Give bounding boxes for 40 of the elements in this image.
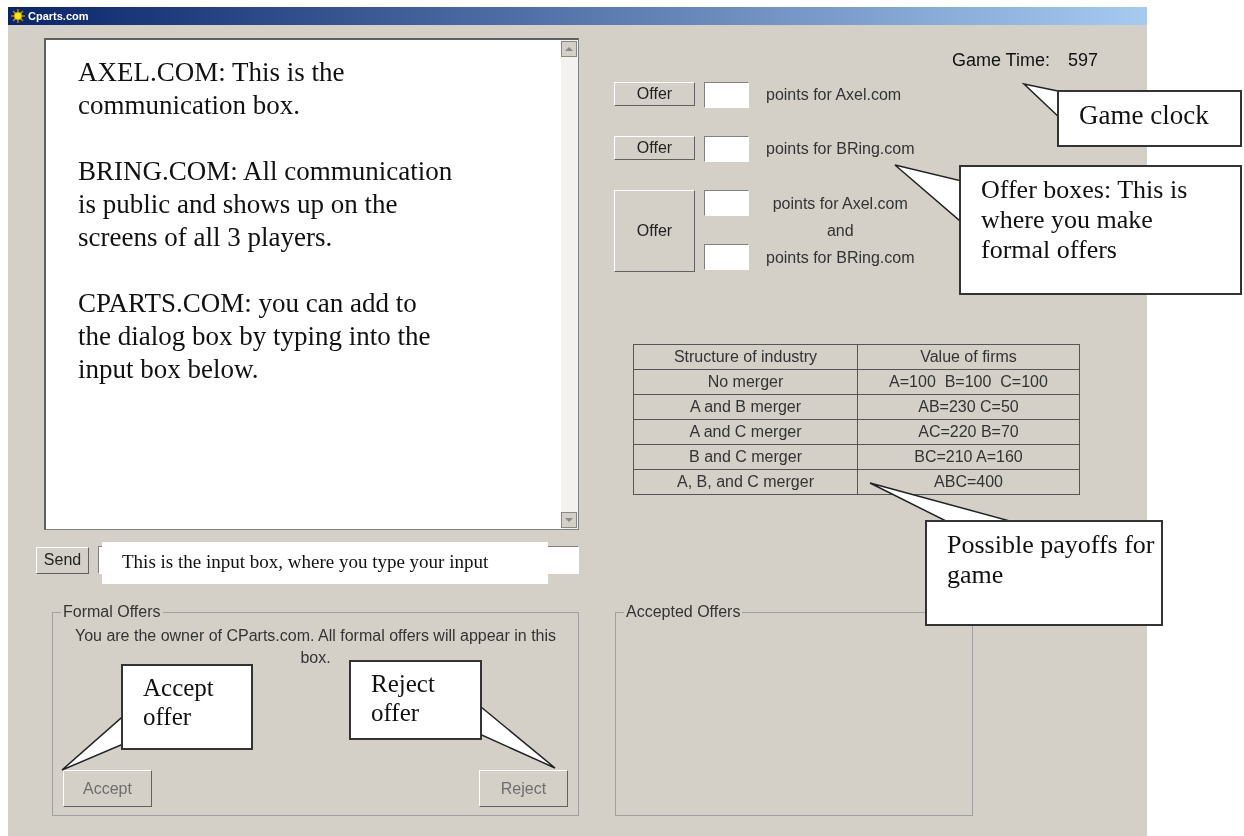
points-field[interactable] — [704, 244, 749, 270]
offer-label: points for Axel.com — [772, 194, 908, 214]
game-time-label: Game Time: — [951, 50, 1050, 71]
input-hint-tooltip: This is the input box, where you type your input — [102, 542, 548, 584]
points-field[interactable] — [704, 190, 749, 216]
offer-label: and — [826, 221, 854, 241]
scroll-up-icon[interactable] — [561, 41, 577, 57]
table-cell: BC=210 A=160 — [857, 444, 1080, 470]
offer-button[interactable]: Offer — [614, 82, 695, 106]
column-header: Value of firms — [857, 344, 1080, 370]
table-cell: B and C merger — [633, 444, 858, 470]
table-cell: A and C merger — [633, 419, 858, 445]
offer-label: points for BRing.com — [766, 248, 915, 268]
table-cell: No merger — [633, 369, 858, 395]
points-field[interactable] — [704, 82, 749, 108]
chat-message: AXEL.COM: This is the communication box. — [78, 56, 346, 122]
callout: Accept offer — [121, 664, 253, 750]
offer-label: points for BRing.com — [766, 139, 915, 159]
table-cell: AC=220 B=70 — [857, 419, 1080, 445]
window-title: Cparts.com — [28, 10, 89, 22]
table-cell: AB=230 C=50 — [857, 394, 1080, 420]
table-cell: A and B merger — [633, 394, 858, 420]
sun-icon — [11, 9, 25, 23]
points-field[interactable] — [704, 136, 749, 162]
callout: Offer boxes: This is where you make formal offers — [959, 165, 1242, 295]
chat-message: BRING.COM: All communication is public and shows up on the screens of all 3 players. — [78, 155, 454, 254]
scrollbar[interactable] — [561, 40, 578, 529]
offer-button[interactable]: Offer — [614, 136, 695, 160]
group-title: Formal Offers — [62, 603, 162, 621]
offer-button[interactable]: Offer — [614, 190, 695, 272]
callout: Reject offer — [349, 660, 482, 740]
game-time-value: 597 — [1067, 50, 1098, 71]
chat-message: CPARTS.COM: you can add to the dialog box by typing into the input box below. — [78, 287, 432, 386]
column-header: Structure of industry — [633, 344, 858, 370]
send-button[interactable]: Send — [36, 546, 89, 574]
scroll-down-icon[interactable] — [561, 512, 577, 528]
table-cell: A=100 B=100 C=100 — [857, 369, 1080, 395]
table-cell: A, B, and C merger — [633, 469, 858, 495]
offer-label: points for Axel.com — [766, 85, 902, 105]
group-title: Accepted Offers — [625, 603, 742, 621]
